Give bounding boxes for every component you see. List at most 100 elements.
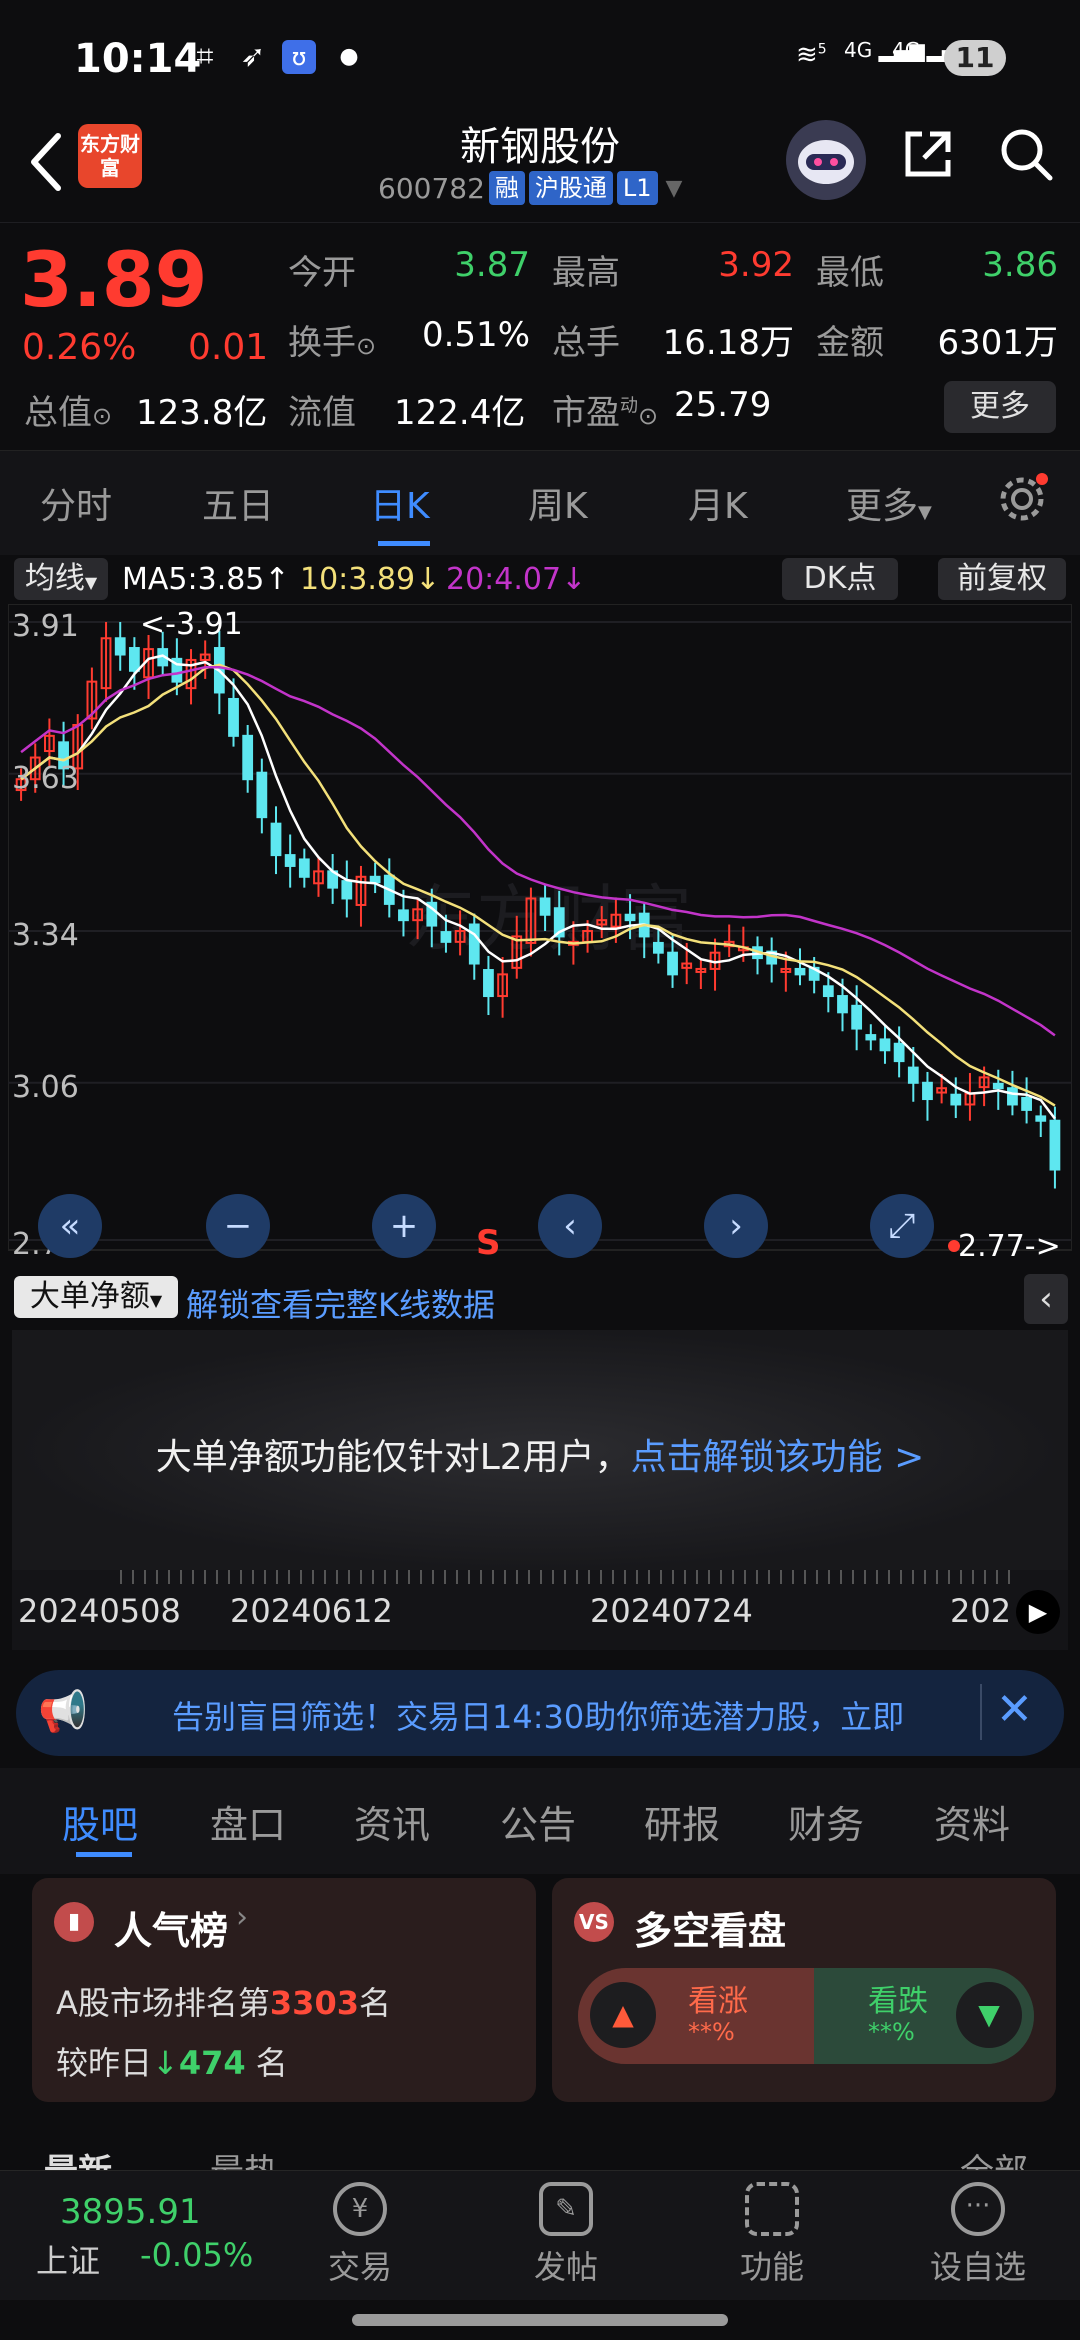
arrow-down-icon: ↓ [152,2044,179,2082]
tab-news[interactable]: 资讯 [354,1794,430,1849]
tab-guba[interactable]: 股吧 [62,1794,138,1849]
settings-gear-icon[interactable] [996,473,1048,525]
tab-profile[interactable]: 资料 [934,1794,1010,1849]
stock-code: 600782 [378,171,485,205]
candle-body [270,822,282,857]
fullscreen-icon[interactable]: ⤢ [870,1194,934,1258]
nav-watchlist-label: 设自选 [929,2248,1026,2286]
float-label: 流值 [288,393,356,433]
unlock-feature-link[interactable]: 点击解锁该功能 > [631,1437,925,1478]
popularity-title: 人气榜 [114,1909,229,1953]
back-icon[interactable] [20,122,76,202]
adjust-button[interactable]: 前复权 [938,558,1066,600]
high-value: 3.92 [718,245,794,285]
popularity-card[interactable]: ▮ 人气榜 › A股市场排名第3303名 较昨日↓474 名 [32,1878,536,2102]
share-icon[interactable] [900,126,956,182]
nav-trade[interactable]: ¥ 交易 [300,2182,420,2288]
zoom-in-icon[interactable]: + [372,1194,436,1258]
caret-down-icon: ▼ [918,502,932,523]
tab-weekly-k[interactable]: 周K [528,477,588,529]
active-tab-indicator [76,1852,132,1857]
open-label: 今开 [288,253,356,293]
candle-body [865,1034,877,1041]
candle-body [992,1082,1004,1090]
info-icon: ⊙ [92,402,113,430]
unlock-kline-link[interactable]: 解锁查看完整K线数据 [186,1280,495,1326]
sub-indicator-selector[interactable]: 大单净额▼ [14,1276,178,1318]
chevron-down-icon: ▼ [665,175,683,201]
index-value: 3895.91 [60,2192,201,2232]
bear-down-icon[interactable]: ▼ [956,1982,1022,2048]
change-percent: 0.26% [22,327,137,368]
tab-research[interactable]: 研报 [644,1794,720,1849]
tab-daily-k[interactable]: 日K [370,477,430,529]
zoom-out-icon[interactable]: − [206,1194,270,1258]
tab-intraday[interactable]: 分时 [40,477,112,529]
tab-pankou[interactable]: 盘口 [210,1794,286,1849]
kline-chart[interactable]: 东方财富 3.913.633.343.062.77 <-3.91 2.77-> … [8,604,1072,1268]
candle-body [398,909,409,922]
candle-body [369,875,381,884]
stock-header: 新钢股份 东方财富 600782 融 沪股通 L1 ▼ [0,112,1080,222]
candle-body [483,969,494,998]
bull-bear-title: 多空看盘 [634,1909,787,1953]
index-ticker[interactable]: 3895.91 上证 -0.05% [22,2192,262,2282]
wifi-icon: ≋5 [796,40,827,70]
scroll-far-left-icon[interactable]: « [38,1194,102,1258]
margin-tag: 融 [488,171,525,205]
nav-post-label: 发帖 [533,2248,598,2286]
ma10-legend: 10:3.89↓ [300,562,441,597]
candle-body [1049,1119,1061,1171]
tab-more[interactable]: 更多▼ [846,477,932,529]
candle-body [128,647,140,672]
status-bar: 10:14 ⌗ ➶ ʊ ● ≋5 4G ▂▄▆ 4G ▂▄ 11 [0,0,1080,112]
scroll-left-icon[interactable]: ‹ [538,1194,602,1258]
low-value: 3.86 [982,245,1058,285]
stock-code-line[interactable]: 600782 融 沪股通 L1 ▼ [378,168,682,208]
low-label: 最低 [816,253,884,293]
yen-icon: ¥ [333,2182,387,2236]
more-quote-button[interactable]: 更多 [944,381,1056,433]
tab-announcement[interactable]: 公告 [500,1794,576,1849]
tab-monthly-k[interactable]: 月K [688,477,748,529]
ma20-legend: 20:4.07↓ [446,562,587,597]
candle-body [298,858,310,878]
indicator-selector[interactable]: 均线▼ [14,558,108,600]
tab-finance[interactable]: 财务 [788,1794,864,1849]
bull-up-icon[interactable]: ▲ [590,1982,656,2048]
dot-icon: ● [339,44,359,69]
nav-functions[interactable]: 功能 [712,2182,832,2288]
nav-watchlist[interactable]: ··· 设自选 [918,2182,1038,2288]
big-order-bar: 大单净额▼ 解锁查看完整K线数据 ‹ [0,1270,1080,1326]
info-icon: ⊙ [638,402,659,430]
bull-bear-card[interactable]: VS 多空看盘 ▲ 看涨 **% 看跌 **% ▼ [552,1878,1056,2102]
candle-body [624,913,636,922]
edit-icon: ✎ [539,2182,593,2236]
volume-value: 16.18万 [662,323,794,363]
promo-banner[interactable]: 📢 告别盲目筛选！交易日14:30助你筛选潜力股，立即 ✕ [16,1670,1064,1756]
close-icon[interactable]: ✕ [996,1684,1033,1735]
ai-robot-icon[interactable] [786,120,866,200]
bull-percent: **% [688,2018,735,2046]
nav-post[interactable]: ✎ 发帖 [506,2182,626,2288]
tab-five-day[interactable]: 五日 [202,477,274,529]
scroll-right-icon[interactable]: › [704,1194,768,1258]
chart-controls: « − + ‹ › ⤢ [0,1190,1080,1262]
bear-label: 看跌 [868,1984,928,2019]
candle-body [440,931,452,943]
candle-body [822,985,834,998]
turnover-value: 0.51% [421,315,530,355]
app-logo: 东方财富 [78,124,142,188]
big-order-panel: 大单净额功能仅针对L2用户，点击解锁该功能 > [12,1330,1068,1570]
dk-point-button[interactable]: DK点 [782,558,898,600]
last-price: 3.89 [20,235,208,324]
collapse-panel-icon[interactable]: ‹ [1024,1274,1068,1324]
candle-body [468,923,480,965]
change-amount: 0.01 [188,327,269,368]
play-next-icon[interactable]: ▶ [1016,1590,1060,1634]
search-icon[interactable] [998,126,1054,182]
home-indicator[interactable] [352,2314,728,2326]
hgt-tag: 沪股通 [528,171,613,205]
y-tick-label: 3.34 [12,918,79,953]
candle-body [1007,1087,1018,1106]
